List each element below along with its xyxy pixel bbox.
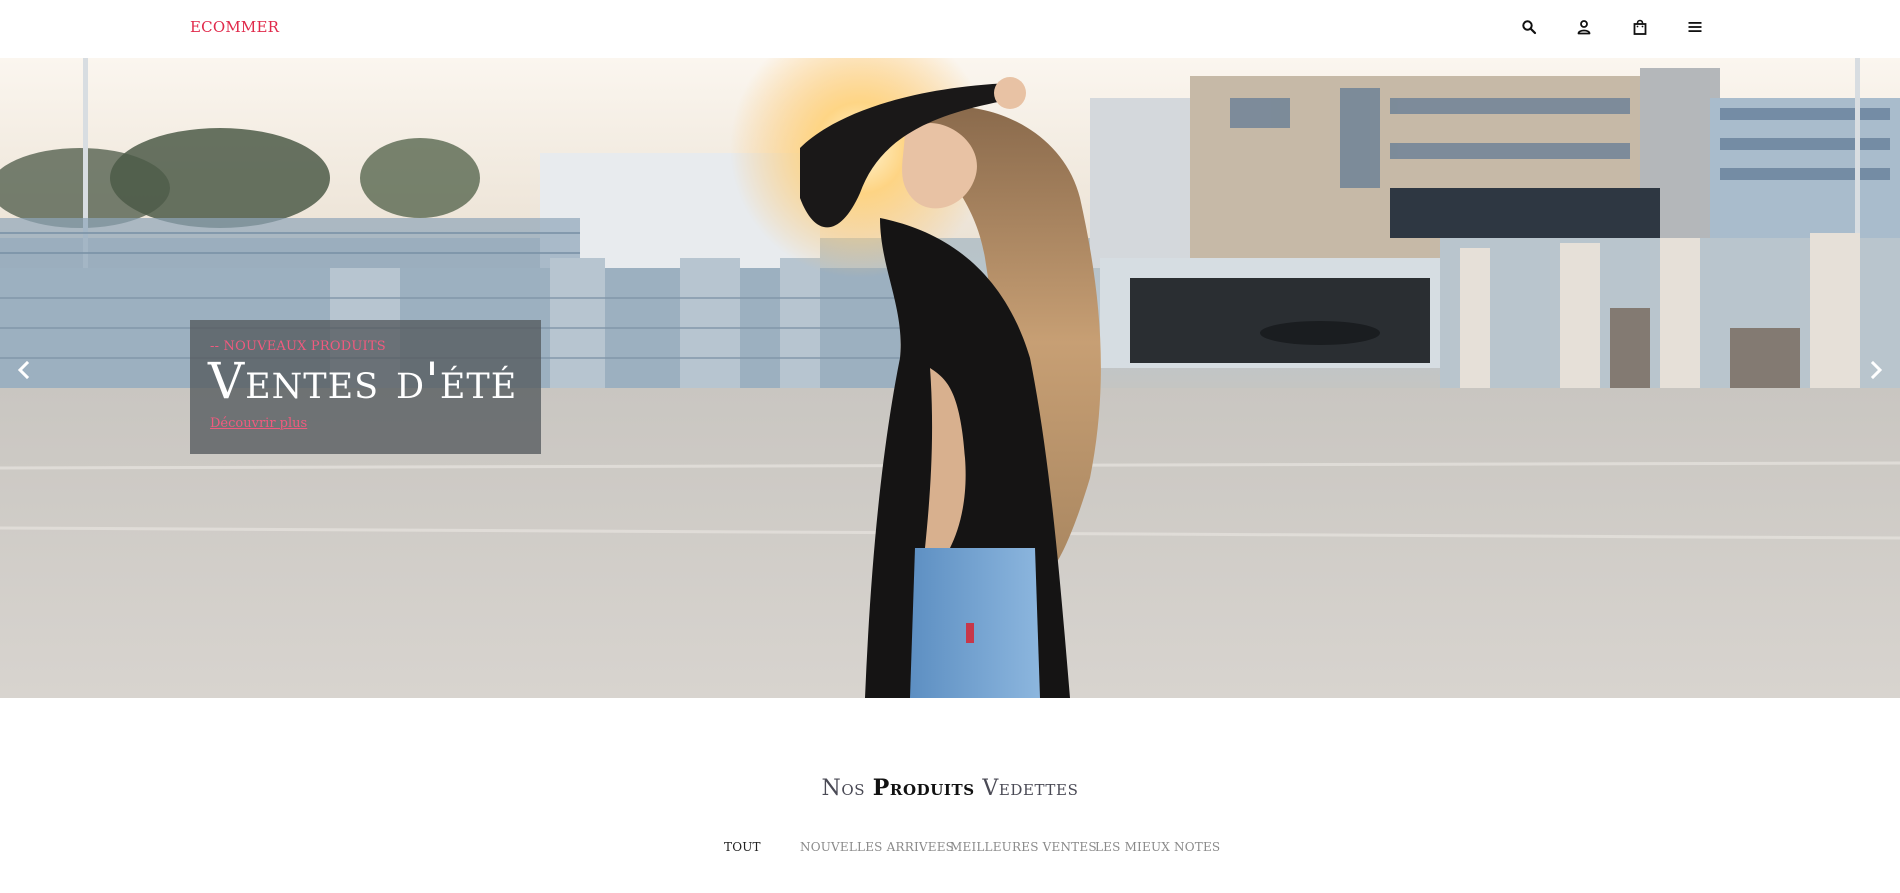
site-logo[interactable]: ECOMMER xyxy=(190,18,279,36)
tab-top-rated[interactable]: LES MIEUX NOTES xyxy=(1095,840,1220,854)
hero-title: Ventes d'été xyxy=(208,352,518,410)
featured-title-suffix: Vedettes xyxy=(974,776,1079,801)
chevron-right-icon xyxy=(1870,360,1883,380)
discover-more-link[interactable]: Découvrir plus xyxy=(210,416,307,431)
tab-new-arrivals[interactable]: NOUVELLES ARRIVEES xyxy=(800,840,954,854)
site-header: ECOMMER xyxy=(0,0,1900,58)
tab-best-sellers[interactable]: MEILLEURES VENTES xyxy=(950,840,1097,854)
user-icon[interactable] xyxy=(1574,17,1594,37)
featured-title-bold: Produits xyxy=(872,775,975,801)
menu-icon[interactable] xyxy=(1685,17,1705,37)
featured-products-title: Nos Produits Vedettes xyxy=(0,775,1900,801)
hero-caption: -- NOUVEAUX PRODUITS Ventes d'été Découv… xyxy=(190,320,541,454)
hero-slider: -- NOUVEAUX PRODUITS Ventes d'été Découv… xyxy=(0,58,1900,698)
product-filter-tabs: TOUT NOUVELLES ARRIVEES MEILLEURES VENTE… xyxy=(0,840,1900,858)
featured-title-prefix: Nos xyxy=(821,776,873,801)
prev-slide-arrow[interactable] xyxy=(12,358,36,382)
tab-all[interactable]: TOUT xyxy=(724,840,761,854)
search-icon[interactable] xyxy=(1519,17,1539,37)
next-slide-arrow[interactable] xyxy=(1864,358,1888,382)
chevron-left-icon xyxy=(17,360,30,380)
bag-icon[interactable] xyxy=(1630,17,1650,37)
